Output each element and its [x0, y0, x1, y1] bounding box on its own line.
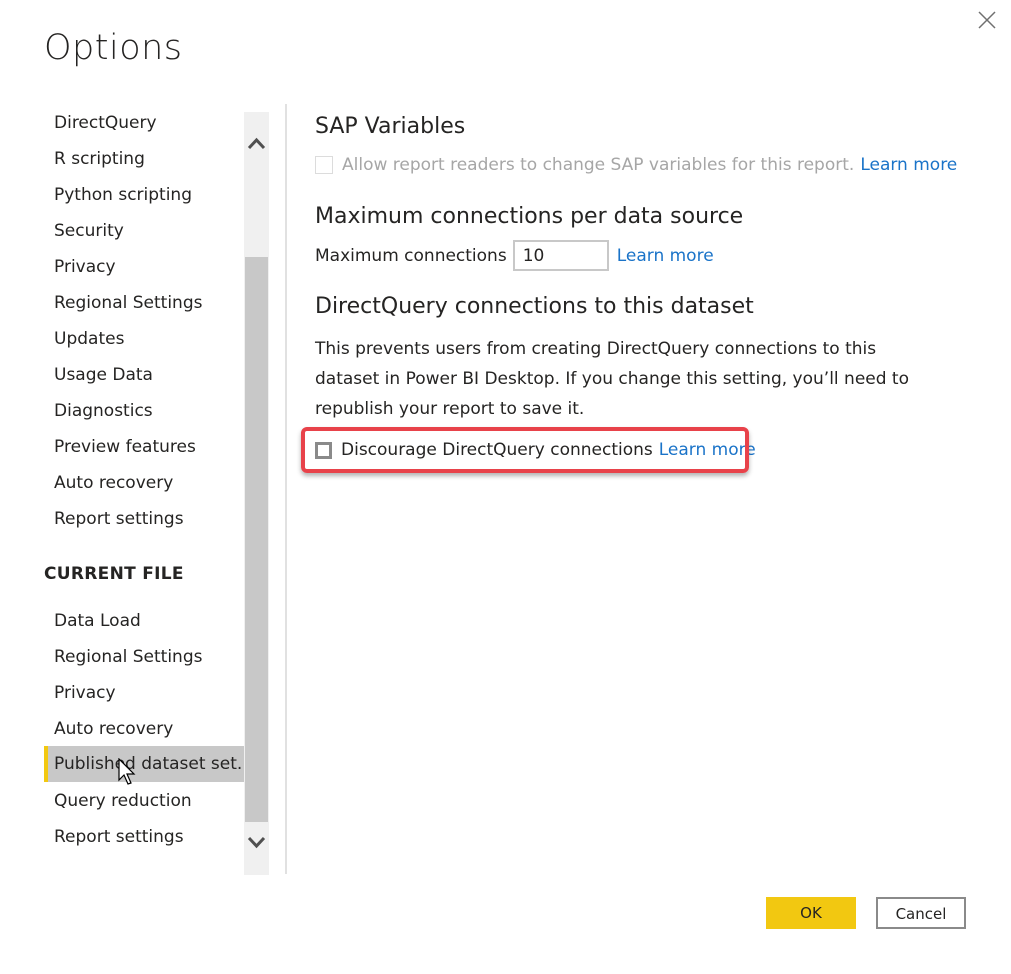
- chevron-up-icon: [247, 137, 266, 150]
- scroll-up-button[interactable]: [244, 132, 269, 156]
- sidebar-item-regional-settings[interactable]: Regional Settings: [44, 285, 244, 321]
- sidebar-item-directquery[interactable]: DirectQuery: [44, 105, 244, 141]
- sidebar-item-privacy[interactable]: Privacy: [44, 249, 244, 285]
- directquery-heading: DirectQuery connections to this dataset: [315, 294, 754, 319]
- sidebar-item-published-dataset-settings[interactable]: Published dataset set...: [44, 746, 244, 782]
- sidebar-item-auto-recovery[interactable]: Auto recovery: [44, 465, 244, 501]
- max-connections-row: Maximum connections 10 Learn more: [315, 240, 714, 271]
- scrollbar-thumb[interactable]: [245, 257, 268, 822]
- scroll-down-button[interactable]: [244, 830, 269, 854]
- sidebar-item-file-regional-settings[interactable]: Regional Settings: [44, 639, 244, 675]
- sidebar-item-report-settings[interactable]: Report settings: [44, 501, 244, 537]
- sap-learn-more-link[interactable]: Learn more: [860, 155, 957, 175]
- max-connections-heading: Maximum connections per data source: [315, 204, 744, 229]
- sidebar-item-security[interactable]: Security: [44, 213, 244, 249]
- sidebar-item-diagnostics[interactable]: Diagnostics: [44, 393, 244, 429]
- sidebar-item-usage-data[interactable]: Usage Data: [44, 357, 244, 393]
- sidebar-item-updates[interactable]: Updates: [44, 321, 244, 357]
- mouse-cursor-icon: [118, 758, 136, 785]
- sap-variables-heading: SAP Variables: [315, 114, 466, 139]
- pane-divider: [285, 104, 287, 874]
- current-file-header: CURRENT FILE: [44, 564, 184, 584]
- sidebar-item-preview-features[interactable]: Preview features: [44, 429, 244, 465]
- sidebar-item-python-scripting[interactable]: Python scripting: [44, 177, 244, 213]
- sidebar-item-r-scripting[interactable]: R scripting: [44, 141, 244, 177]
- sidebar-item-data-load[interactable]: Data Load: [44, 603, 244, 639]
- sidebar-item-file-privacy[interactable]: Privacy: [44, 675, 244, 711]
- close-icon: [978, 11, 996, 29]
- chevron-down-icon: [247, 836, 266, 849]
- sap-variables-row: Allow report readers to change SAP varia…: [315, 155, 957, 175]
- max-connections-learn-more-link[interactable]: Learn more: [617, 246, 714, 266]
- sidebar-item-file-report-settings[interactable]: Report settings: [44, 819, 244, 855]
- directquery-description: This prevents users from creating Direct…: [315, 339, 909, 419]
- ok-button[interactable]: OK: [766, 897, 856, 929]
- sidebar-item-file-auto-recovery[interactable]: Auto recovery: [44, 711, 244, 747]
- sap-variables-checkbox[interactable]: [315, 156, 333, 174]
- max-connections-label: Maximum connections: [315, 245, 507, 266]
- close-button[interactable]: [976, 9, 998, 31]
- sap-variables-label: Allow report readers to change SAP varia…: [342, 155, 855, 175]
- cancel-button[interactable]: Cancel: [876, 897, 966, 929]
- highlight-annotation: [301, 427, 749, 473]
- sidebar-item-query-reduction[interactable]: Query reduction: [44, 783, 244, 819]
- dialog-title: Options: [44, 28, 183, 68]
- max-connections-input[interactable]: 10: [512, 240, 609, 271]
